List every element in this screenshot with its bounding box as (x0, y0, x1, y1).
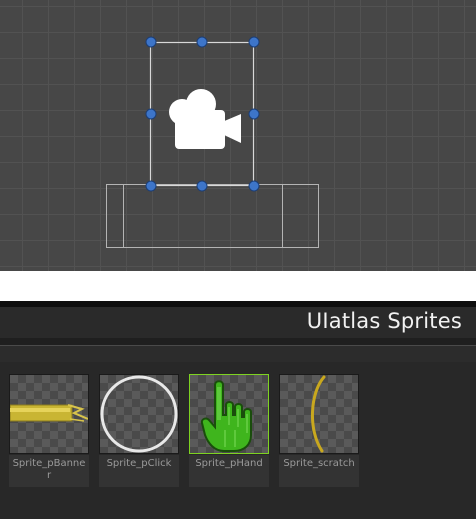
video-camera-icon (169, 89, 241, 149)
handle-bottom-right (248, 180, 260, 192)
handle-top-right (248, 36, 260, 48)
yellow-banner-icon (10, 404, 88, 422)
sprite-name: Sprite_pBanner (9, 455, 89, 487)
handle-bottom-center (196, 180, 208, 192)
ui-element-outline-inner[interactable] (123, 184, 283, 248)
sprite-thumbnail[interactable] (9, 374, 89, 454)
white-ring-icon (100, 375, 178, 453)
sprite-name: Sprite_pHand (189, 455, 269, 487)
handle-mid-right (248, 108, 260, 120)
sprite-thumbnail[interactable] (279, 374, 359, 454)
atlas-title-bar: UIatlas Sprites (0, 307, 476, 338)
sprite-name: Sprite_pClick (99, 455, 179, 487)
sprite-thumbnail[interactable] (99, 374, 179, 454)
separator-band (0, 271, 476, 301)
handle-mid-left (145, 108, 157, 120)
panel-header-strip (0, 345, 476, 362)
atlas-title: UIatlas Sprites (306, 309, 462, 333)
yellow-arc-scratch-icon (311, 375, 326, 453)
sprite-thumbnail-selected[interactable] (189, 374, 269, 454)
handle-top-center (196, 36, 208, 48)
sprite-name: Sprite_scratch (279, 455, 359, 487)
scene-view[interactable] (0, 0, 476, 271)
handle-top-left (145, 36, 157, 48)
handle-bottom-left (145, 180, 157, 192)
scene-gizmos (106, 36, 319, 248)
ui-element-outline[interactable] (106, 184, 319, 248)
green-hand-pointer-icon (200, 380, 252, 452)
